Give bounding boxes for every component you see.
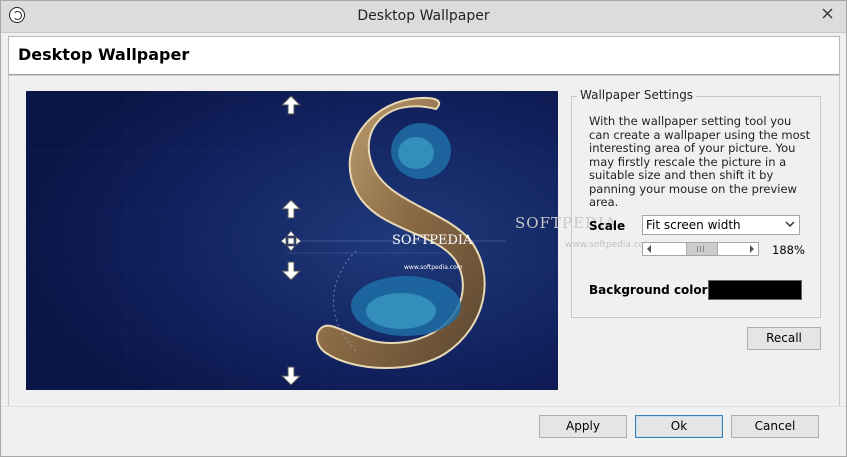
window-title: Desktop Wallpaper (357, 8, 490, 24)
wallpaper-preview[interactable]: SOFTPEDIA www.softpedia.com (26, 91, 558, 390)
close-button[interactable] (808, 1, 846, 25)
background-color-swatch[interactable] (708, 280, 802, 300)
background-color-label: Background color (589, 283, 708, 297)
dialog-header: Desktop Wallpaper (8, 36, 840, 75)
wallpaper-settings-group: Wallpaper Settings With the wallpaper se… (571, 88, 821, 318)
up-arrow-icon (281, 199, 301, 219)
pan-down-arrow-middle[interactable] (281, 261, 303, 283)
move-icon (280, 230, 302, 252)
close-icon (822, 8, 832, 18)
up-arrow-icon (281, 95, 301, 115)
ok-button[interactable]: Ok (635, 415, 723, 438)
scale-dropdown[interactable]: Fit screen width (642, 215, 800, 235)
cancel-button[interactable]: Cancel (731, 415, 819, 438)
group-title: Wallpaper Settings (577, 88, 697, 102)
scale-slider[interactable] (642, 242, 759, 256)
scale-percent: 188% (772, 243, 805, 257)
scale-label: Scale (589, 219, 626, 233)
down-arrow-icon (281, 366, 301, 386)
chevron-left-icon (647, 245, 651, 253)
pan-up-arrow-top[interactable] (281, 95, 303, 117)
scale-decrease-button[interactable] (643, 243, 655, 255)
settings-description: With the wallpaper setting tool you can … (589, 114, 811, 209)
pan-down-arrow-bottom[interactable] (281, 366, 303, 388)
scale-increase-button[interactable] (746, 243, 758, 255)
chevron-right-icon (750, 245, 754, 253)
pan-move-handle[interactable] (280, 230, 302, 252)
scale-slider-thumb[interactable] (685, 243, 718, 255)
pan-up-arrow-middle[interactable] (281, 199, 303, 221)
dialog-window: Desktop Wallpaper Desktop Wallpaper SOFT… (0, 0, 847, 457)
down-arrow-icon (281, 261, 301, 281)
recall-button[interactable]: Recall (747, 327, 821, 350)
watermark-text: SOFTPEDIA (392, 233, 473, 248)
url-text: www.softpedia.com (404, 264, 463, 271)
footer-divider (1, 406, 846, 407)
apply-button[interactable]: Apply (539, 415, 627, 438)
scale-dropdown-value: Fit screen width (646, 218, 741, 232)
chevron-down-icon (785, 221, 795, 228)
title-bar[interactable]: Desktop Wallpaper (1, 1, 846, 33)
page-title: Desktop Wallpaper (18, 45, 190, 64)
content-panel: SOFTPEDIA www.softpedia.com SOFTPEDIA ww… (8, 75, 840, 407)
